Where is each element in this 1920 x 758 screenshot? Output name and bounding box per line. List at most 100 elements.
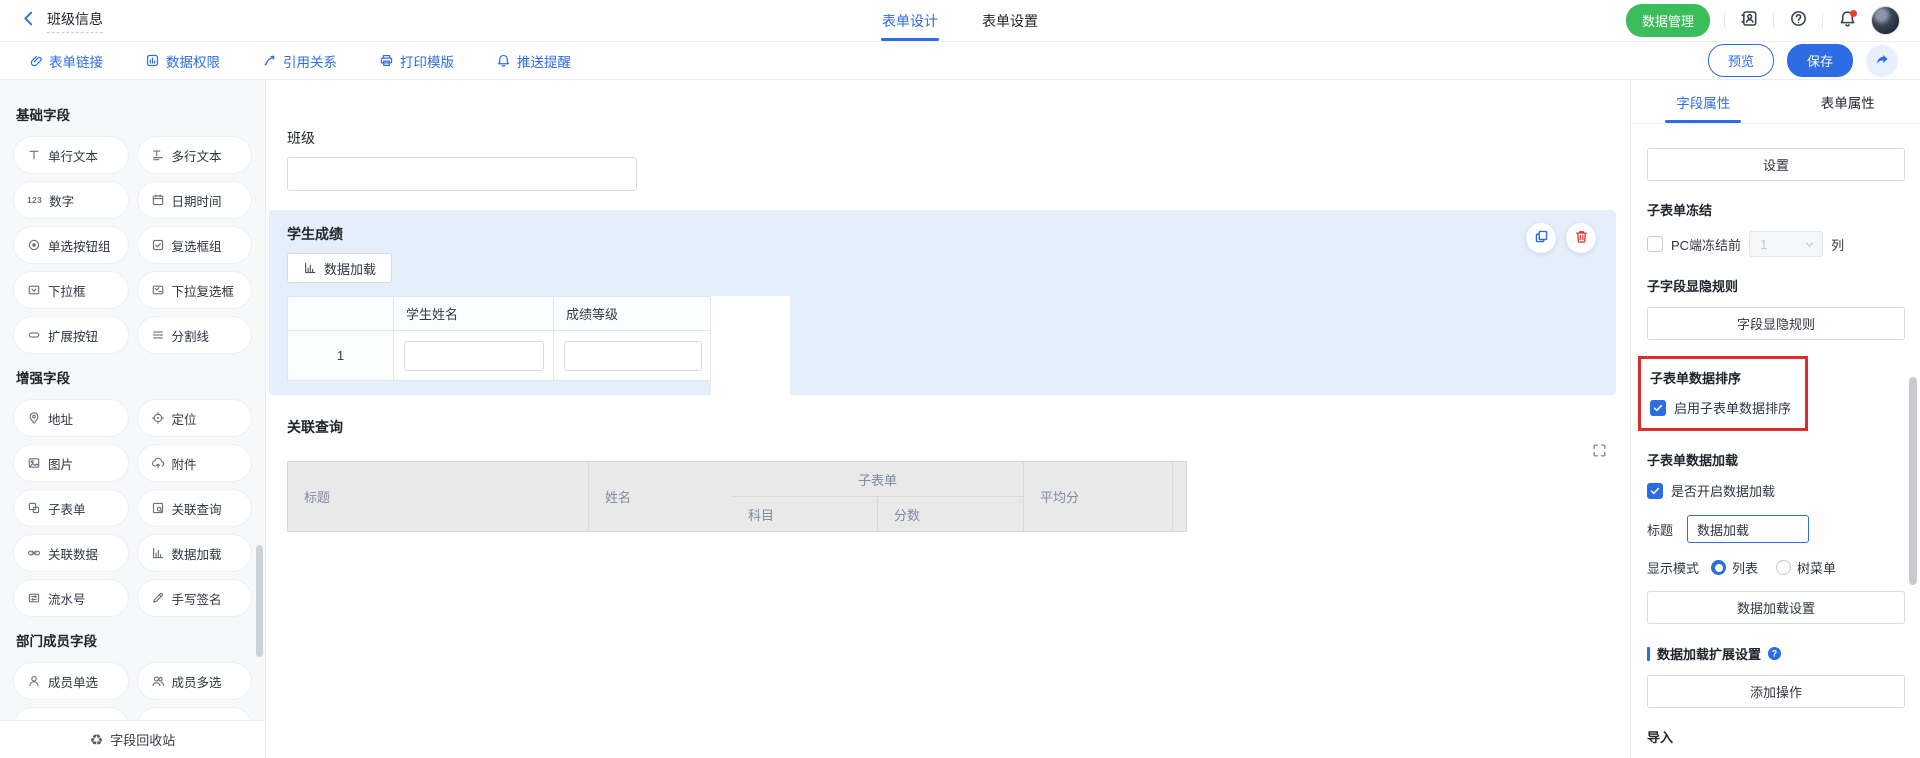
- table-cell: [553, 331, 711, 381]
- share-button[interactable]: [1866, 45, 1898, 77]
- add-operation-button[interactable]: 添加操作: [1647, 675, 1905, 708]
- preview-button[interactable]: 预览: [1708, 44, 1774, 77]
- data-load-button[interactable]: 数据加载: [287, 253, 392, 283]
- field-item-数字[interactable]: 123数字: [14, 182, 128, 218]
- field-item-附件[interactable]: 附件: [138, 445, 252, 481]
- subform-icon: [27, 501, 41, 515]
- field-item-子表单[interactable]: 子表单: [14, 490, 128, 526]
- member-single-icon: [27, 674, 41, 688]
- contacts-glyph: [1740, 9, 1759, 33]
- field-item-关联数据[interactable]: 关联数据: [14, 535, 128, 571]
- mode-option-tree[interactable]: 树菜单: [1776, 558, 1836, 577]
- select-value: 1: [1760, 237, 1767, 252]
- class-field-input[interactable]: [287, 157, 637, 191]
- table-action-column: [711, 296, 790, 421]
- divider-icon: [151, 328, 165, 342]
- import-section-title: 导入: [1647, 727, 1905, 746]
- notification-bell-icon[interactable]: [1837, 11, 1857, 31]
- field-item-单选按钮组[interactable]: 单选按钮组: [14, 227, 128, 263]
- field-item-label: 附件: [172, 454, 197, 473]
- dataload-settings-button[interactable]: 数据加载设置: [1647, 591, 1905, 624]
- student-name-input[interactable]: [404, 341, 544, 371]
- dataload-enable-checkbox[interactable]: [1647, 483, 1663, 499]
- field-item-单行文本[interactable]: 单行文本: [14, 137, 128, 173]
- form-canvas: 班级 学生成绩 数据加载 学生姓名 成绩等级: [266, 80, 1630, 758]
- field-item-多行文本[interactable]: 多行文本: [138, 137, 252, 173]
- lookup-icon: [151, 501, 165, 515]
- check-icon: [1649, 485, 1661, 497]
- load-title-input[interactable]: [1687, 515, 1809, 543]
- freeze-column-select[interactable]: 1: [1749, 231, 1823, 257]
- row-number-cell: 1: [287, 331, 393, 381]
- panel-scrollbar[interactable]: [1909, 377, 1917, 585]
- dataload-title-label: 标题: [1647, 520, 1673, 539]
- panel-tabs: 字段属性 表单属性: [1631, 80, 1920, 124]
- field-item-数据加载[interactable]: 数据加载: [138, 535, 252, 571]
- form-designer-app: 班级信息 表单设计 表单设置 数据管理 表单链接 数据权限 引用关系 打印模版 推送提醒…: [0, 0, 1920, 758]
- field-item-label: 子表单: [48, 499, 86, 518]
- mode-option-list[interactable]: 列表: [1711, 558, 1758, 577]
- sort-enable-checkbox[interactable]: [1650, 400, 1666, 416]
- header-right: 数据管理: [1626, 4, 1900, 37]
- field-item-图片[interactable]: 图片: [14, 445, 128, 481]
- field-item-成员单选[interactable]: 成员单选: [14, 663, 128, 699]
- toolbar-link-label: 数据权限: [166, 51, 220, 71]
- field-item-成员多选[interactable]: 成员多选: [138, 663, 252, 699]
- visibility-rules-button[interactable]: 字段显隐规则: [1647, 307, 1905, 340]
- question-circle-icon[interactable]: ?: [1767, 646, 1782, 661]
- tab-form-properties[interactable]: 表单属性: [1776, 80, 1920, 123]
- display-mode-label: 显示模式: [1647, 558, 1699, 577]
- field-item-复选框组[interactable]: 复选框组: [138, 227, 252, 263]
- delete-field-button[interactable]: [1566, 223, 1596, 253]
- radio-list[interactable]: [1711, 560, 1726, 575]
- field-item-下拉复选框[interactable]: 下拉复选框: [138, 272, 252, 308]
- field-item-定位[interactable]: 定位: [138, 400, 252, 436]
- form-title[interactable]: 班级信息: [47, 9, 103, 33]
- settings-button[interactable]: 设置: [1647, 148, 1905, 181]
- field-item-扩展按钮[interactable]: 扩展按钮: [14, 317, 128, 353]
- field-item-label: 地址: [48, 409, 73, 428]
- push-icon: [496, 53, 511, 68]
- user-avatar[interactable]: [1871, 6, 1900, 35]
- radio-tree[interactable]: [1776, 560, 1791, 575]
- subform-field-selected[interactable]: 学生成绩 数据加载 学生姓名 成绩等级 1: [269, 210, 1616, 395]
- expand-button-icon: [27, 328, 41, 342]
- save-button[interactable]: 保存: [1787, 44, 1853, 77]
- help-icon[interactable]: [1788, 11, 1808, 31]
- field-item-日期时间[interactable]: 日期时间: [138, 182, 252, 218]
- field-item-流水号[interactable]: 流水号: [14, 580, 128, 616]
- back-button[interactable]: [20, 10, 37, 32]
- fullscreen-icon[interactable]: [1591, 442, 1608, 462]
- field-item-地址[interactable]: 地址: [14, 400, 128, 436]
- field-item-关联查询[interactable]: 关联查询: [138, 490, 252, 526]
- sidebar-scrollbar[interactable]: [256, 545, 263, 657]
- field-item-手写签名[interactable]: 手写签名: [138, 580, 252, 616]
- copy-icon: [1534, 229, 1549, 247]
- contacts-icon[interactable]: [1739, 11, 1759, 31]
- tab-form-settings[interactable]: 表单设置: [982, 0, 1038, 41]
- field-item-下拉框[interactable]: 下拉框: [14, 272, 128, 308]
- field-recycle-bin[interactable]: ♻ 字段回收站: [0, 720, 265, 758]
- copy-field-button[interactable]: [1526, 223, 1556, 253]
- toolbar-link-2[interactable]: 引用关系: [262, 51, 337, 71]
- toolbar-link-0[interactable]: 表单链接: [28, 51, 103, 71]
- relation-icon: [27, 546, 41, 560]
- tab-field-properties[interactable]: 字段属性: [1631, 80, 1776, 123]
- toolbar-link-1[interactable]: 数据权限: [145, 51, 220, 71]
- grade-level-input[interactable]: [564, 341, 702, 371]
- tab-form-design[interactable]: 表单设计: [882, 0, 938, 41]
- group-sub-columns: 科目 分数: [732, 497, 1023, 531]
- subform-table: 学生姓名 成绩等级 1: [287, 296, 790, 381]
- reference-icon: [262, 53, 277, 68]
- field-item-分割线[interactable]: 分割线: [138, 317, 252, 353]
- field-item-label: 图片: [48, 454, 73, 473]
- freeze-checkbox[interactable]: [1647, 236, 1663, 252]
- field-item-label: 成员单选: [48, 672, 98, 691]
- column-average: 平均分: [1023, 461, 1172, 532]
- body: 基础字段单行文本多行文本123数字日期时间单选按钮组复选框组下拉框下拉复选框扩展…: [0, 80, 1920, 758]
- toolbar-link-4[interactable]: 推送提醒: [496, 51, 571, 71]
- sort-row: 启用子表单数据排序: [1650, 398, 1791, 417]
- toolbar-link-3[interactable]: 打印模版: [379, 51, 454, 71]
- data-load-icon: [151, 546, 165, 560]
- data-manage-button[interactable]: 数据管理: [1626, 4, 1710, 37]
